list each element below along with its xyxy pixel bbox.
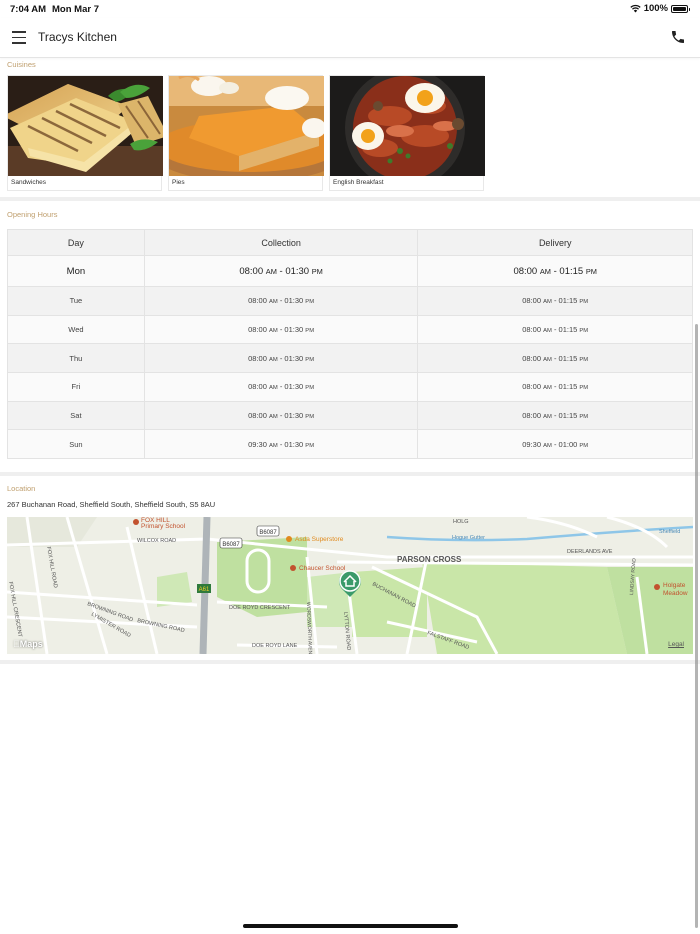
map-label: WILCOX ROAD (137, 538, 176, 544)
map-label: DOE ROYD CRESCENT (229, 605, 291, 611)
map-legal-link[interactable]: Legal (668, 641, 684, 648)
sandwich-image (8, 76, 163, 176)
status-bar: 7:04 AM Mon Mar 7 100% (0, 0, 700, 18)
map-label: PARSON CROSS (397, 555, 462, 564)
park-area (352, 567, 427, 637)
location-map[interactable]: A61 B6087 B6087 FOX HILL Primary School … (7, 517, 693, 654)
map-label: Asda Superstore (295, 536, 344, 543)
opening-hours-section: Opening Hours Day Collection Delivery Mo… (0, 205, 700, 476)
map-label: HOLG (453, 519, 469, 525)
delivery-cell: 09:30 AM - 01:00 PM (417, 429, 693, 460)
day-cell: Thu (7, 343, 145, 374)
map-label: DOE ROYD LANE (252, 643, 298, 649)
day-cell: Wed (7, 314, 145, 345)
battery-percent: 100% (643, 3, 668, 14)
app-header: Tracys Kitchen (0, 18, 700, 58)
apple-logo-icon:  (13, 639, 20, 649)
map-label: Chaucer School (299, 565, 346, 572)
opening-hours-table: Day Collection Delivery Mon 08:00 AM - 0… (7, 229, 693, 460)
column-header-delivery: Delivery (417, 229, 693, 256)
column-header-day: Day (7, 229, 145, 256)
column-header-collection: Collection (143, 229, 419, 256)
location-section: Location 267 Buchanan Road, Sheffield So… (0, 480, 700, 664)
delivery-cell: 08:00 AM - 01:15 PM (417, 400, 693, 431)
cuisine-card-sandwiches[interactable]: Sandwiches (7, 75, 163, 191)
delivery-cell: 08:00 AM - 01:15 PM (417, 343, 693, 374)
collection-cell: 08:00 AM - 01:30 PM (143, 255, 419, 287)
map-label: B6087 (222, 542, 240, 548)
battery-icon (671, 4, 690, 13)
table-header-row: Day Collection Delivery (7, 229, 693, 256)
wifi-icon (630, 4, 641, 13)
home-indicator[interactable] (243, 924, 458, 928)
collection-cell: 08:00 AM - 01:30 PM (143, 400, 419, 431)
hamburger-menu-icon[interactable] (12, 31, 26, 44)
collection-cell: 09:30 AM - 01:30 PM (143, 429, 419, 460)
phone-icon[interactable] (670, 29, 686, 45)
day-cell: Mon (7, 255, 145, 287)
delivery-cell: 08:00 AM - 01:15 PM (417, 372, 693, 402)
cuisines-heading: Cuisines (7, 60, 36, 69)
map-label: Holgate (663, 582, 686, 589)
cuisine-name: English Breakfast (333, 179, 384, 186)
table-row: Wed 08:00 AM - 01:30 PM 08:00 AM - 01:15… (7, 314, 693, 345)
map-label: A61 (199, 587, 210, 593)
restaurant-title: Tracys Kitchen (38, 30, 117, 44)
cuisines-section: Cuisines Sandwiches Pies English Breakfa… (0, 58, 700, 201)
map-label: Meadow (663, 590, 688, 597)
pie-image (169, 76, 324, 176)
status-date: Mon Mar 7 (52, 4, 99, 15)
collection-cell: 08:00 AM - 01:30 PM (143, 343, 419, 374)
map-label: DEERLANDS AVE (567, 549, 613, 555)
cuisine-list: Sandwiches Pies English Breakfast (7, 75, 485, 191)
map-label: Sheffield (659, 529, 680, 535)
cuisine-card-english-breakfast[interactable]: English Breakfast (329, 75, 485, 191)
map-label: Hogue Gutter (452, 535, 485, 541)
table-row: Tue 08:00 AM - 01:30 PM 08:00 AM - 01:15… (7, 286, 693, 316)
location-heading: Location (7, 484, 36, 493)
collection-cell: 08:00 AM - 01:30 PM (143, 286, 419, 316)
table-row: Sat 08:00 AM - 01:30 PM 08:00 AM - 01:15… (7, 400, 693, 431)
cuisine-name: Pies (172, 179, 185, 186)
table-row: Thu 08:00 AM - 01:30 PM 08:00 AM - 01:15… (7, 343, 693, 374)
opening-hours-heading: Opening Hours (7, 210, 58, 219)
day-cell: Sun (7, 429, 145, 460)
day-cell: Sat (7, 400, 145, 431)
day-cell: Fri (7, 372, 145, 402)
delivery-cell: 08:00 AM - 01:15 PM (417, 314, 693, 345)
breakfast-image (330, 76, 485, 176)
day-cell: Tue (7, 286, 145, 316)
map-label: B6087 (259, 530, 277, 536)
cuisine-card-pies[interactable]: Pies (168, 75, 324, 191)
table-row: Fri 08:00 AM - 01:30 PM 08:00 AM - 01:15… (7, 372, 693, 402)
collection-cell: 08:00 AM - 01:30 PM (143, 372, 419, 402)
status-time: 7:04 AM (10, 4, 47, 15)
apple-maps-logo: Maps (13, 639, 43, 649)
delivery-cell: 08:00 AM - 01:15 PM (417, 255, 693, 287)
address-text: 267 Buchanan Road, Sheffield South, Shef… (7, 500, 216, 509)
table-row: Mon 08:00 AM - 01:30 PM 08:00 AM - 01:15… (7, 255, 693, 287)
delivery-cell: 08:00 AM - 01:15 PM (417, 286, 693, 316)
cuisine-name: Sandwiches (11, 179, 47, 186)
scrollbar[interactable] (695, 324, 698, 928)
map-label: Primary School (141, 523, 186, 530)
status-right: 100% (630, 3, 690, 14)
table-row: Sun 09:30 AM - 01:30 PM 09:30 AM - 01:00… (7, 429, 693, 460)
collection-cell: 08:00 AM - 01:30 PM (143, 314, 419, 345)
